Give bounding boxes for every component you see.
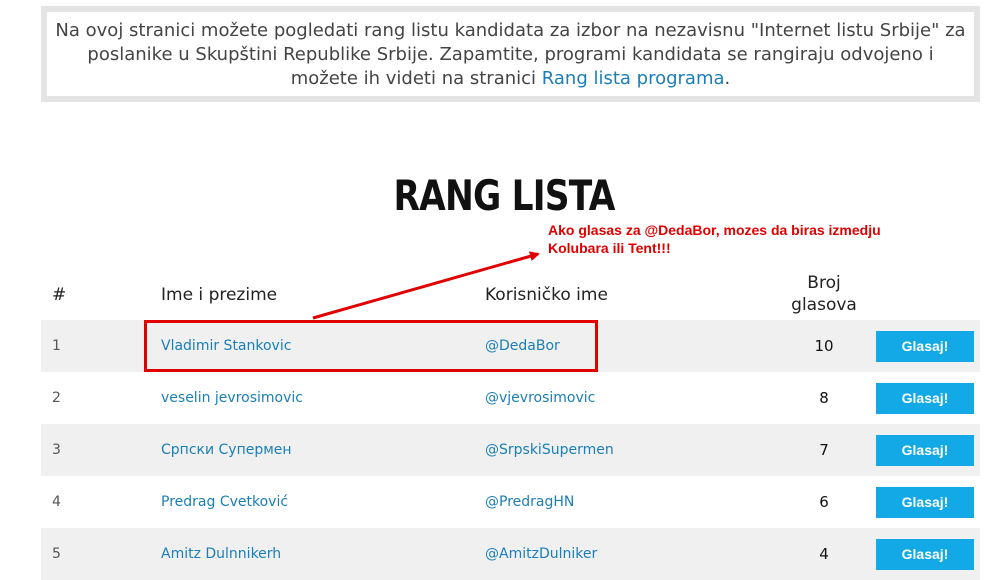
vote-count: 4: [819, 545, 829, 563]
table-row: 2 veselin jevrosimovic @vjevrosimovic 8 …: [41, 372, 980, 424]
header-votes-line-1: Broj: [807, 273, 841, 293]
rang-lista-programa-link[interactable]: Rang lista programa: [542, 68, 725, 89]
username-link[interactable]: @AmitzDulniker: [485, 528, 597, 580]
rank-cell: 4: [52, 494, 61, 510]
rank-cell: 5: [52, 546, 61, 562]
table-row: 4 Predrag Cvetković @PredragHN 6 Glasaj!: [41, 476, 980, 528]
notice-end: .: [724, 68, 731, 89]
vote-button[interactable]: Glasaj!: [876, 383, 974, 414]
info-notice: Na ovoj stranici možete pogledati rang l…: [41, 6, 980, 102]
candidate-name-link[interactable]: Српски Супермен: [161, 424, 292, 476]
header-rank: #: [52, 285, 67, 305]
vote-button[interactable]: Glasaj!: [876, 539, 974, 570]
vote-button[interactable]: Glasaj!: [876, 435, 974, 466]
page-title: RANG LISTA: [393, 171, 615, 220]
vote-count: 7: [819, 441, 829, 459]
username-link[interactable]: @vjevrosimovic: [485, 372, 595, 424]
red-annotation-text: Ako glasas za @DedaBor, mozes da biras i…: [548, 221, 881, 257]
vote-count: 8: [819, 389, 829, 407]
vote-count: 10: [814, 337, 834, 355]
table-row: 5 Amitz Dulnnikerh @AmitzDulniker 4 Glas…: [41, 528, 980, 580]
header-username: Korisničko ime: [485, 285, 608, 305]
rank-cell: 1: [52, 338, 61, 354]
candidate-name-link[interactable]: Predrag Cvetković: [161, 476, 288, 528]
candidate-name-link[interactable]: Vladimir Stankovic: [161, 320, 291, 372]
vote-button[interactable]: Glasaj!: [876, 487, 974, 518]
username-link[interactable]: @PredragHN: [485, 476, 574, 528]
table-row: 3 Српски Супермен @SrpskiSupermen 7 Glas…: [41, 424, 980, 476]
vote-count: 6: [819, 493, 829, 511]
username-link[interactable]: @DedaBor: [485, 320, 560, 372]
vote-button[interactable]: Glasaj!: [876, 331, 974, 362]
candidate-name-link[interactable]: veselin jevrosimovic: [161, 372, 303, 424]
notice-text: Na ovoj stranici možete pogledati rang l…: [55, 20, 966, 89]
header-votes: Broj glasova: [778, 272, 870, 316]
username-link[interactable]: @SrpskiSupermen: [485, 424, 614, 476]
annotation-line-1: Ako glasas za @DedaBor, mozes da biras i…: [548, 222, 881, 238]
rank-cell: 3: [52, 442, 61, 458]
candidate-name-link[interactable]: Amitz Dulnnikerh: [161, 528, 281, 580]
annotation-line-2: Kolubara ili Tent!!!: [548, 240, 671, 256]
header-votes-line-2: glasova: [791, 295, 857, 315]
header-name: Ime i prezime: [161, 285, 278, 305]
table-row: 1 Vladimir Stankovic @DedaBor 10 Glasaj!: [41, 320, 980, 372]
rank-cell: 2: [52, 390, 61, 406]
